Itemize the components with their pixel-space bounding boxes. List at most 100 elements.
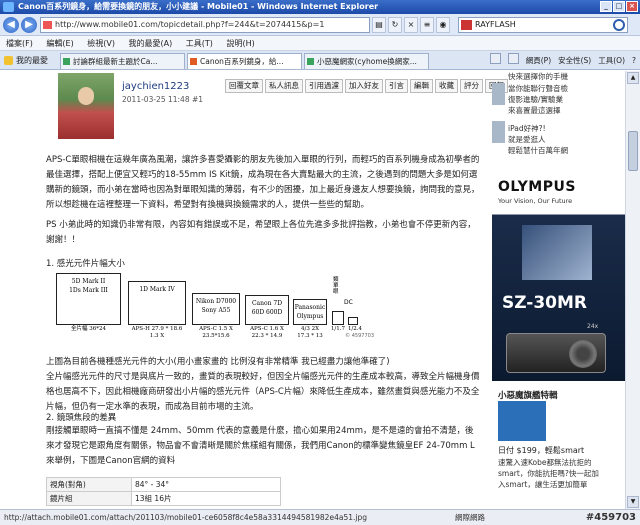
- sidebar-link[interactable]: 輕鬆慧什百萬年網: [508, 145, 568, 156]
- sidebar-link[interactable]: 當你能聯行聲音檢: [508, 83, 568, 94]
- menu-file[interactable]: 檔案(F): [6, 39, 33, 48]
- site-favicon-icon: [43, 21, 52, 29]
- status-watermark: #459703: [585, 512, 636, 523]
- edit-button[interactable]: 編輯: [410, 79, 433, 93]
- quote-filter-button[interactable]: 引用過濾: [305, 79, 343, 93]
- ps-paragraph: PS 小弟此時的知識仍非常有限，內容如有錯誤或不足，希望眼上各位先進多多批評指教…: [46, 220, 476, 245]
- section2-heading: 2. 鏡頭焦段的差異: [46, 413, 117, 423]
- window-title-bar: Canon百系列鏡身，給需要換鏡的朋友，小小建議 - Mobile01 - Wi…: [0, 0, 640, 14]
- bookmark-button[interactable]: 收藏: [435, 79, 458, 93]
- search-text: RAYFLASH: [475, 20, 516, 29]
- sensor-label-line: 1.3 X: [149, 333, 165, 339]
- sensor-label: APS-C 1.6 X 22.3 * 14.9: [245, 326, 289, 340]
- ad-zoom: 24x: [587, 323, 599, 330]
- table-row: 視角(對角) 84° - 34°: [46, 477, 281, 492]
- stop-icon[interactable]: ×: [404, 17, 418, 33]
- print-icon[interactable]: [507, 53, 519, 64]
- sidebar-thumb[interactable]: [492, 121, 505, 143]
- sensor-box-text: Olympus: [296, 313, 324, 320]
- menu-favorites[interactable]: 我的最愛(A): [129, 39, 173, 48]
- status-bar: http://attach.mobile01.com/attach/201103…: [0, 509, 640, 525]
- tab-forum-latest[interactable]: 討論群組最新主題於Ca...: [60, 53, 185, 69]
- pm-button[interactable]: 私人訊息: [265, 79, 303, 93]
- tab-bar: 我的最愛 討論群組最新主題於Ca... Canon百系列鏡身，給... 小惡魔網…: [0, 51, 640, 70]
- minimize-button[interactable]: _: [600, 1, 612, 12]
- price-title[interactable]: 日付 $199，輕鬆smart: [498, 445, 584, 456]
- close-button[interactable]: ×: [626, 1, 638, 12]
- favorites-button[interactable]: 我的最愛: [4, 54, 48, 67]
- sidebar-link[interactable]: 就是愛逛人: [508, 134, 546, 145]
- menu-view[interactable]: 檢視(V): [87, 39, 115, 48]
- sensor-box-text: Sony A55: [201, 307, 231, 314]
- ad-tagline: Your Vision, Our Future: [498, 197, 573, 205]
- smart-thumb[interactable]: [498, 401, 546, 441]
- sensor-vertical-label: 類單眼: [333, 277, 339, 295]
- post-date-text: 2011-03-25 11:48: [122, 95, 190, 104]
- menu-bar: 檔案(F) 編輯(E) 檢視(V) 我的最愛(A) 工具(T) 說明(H): [0, 36, 640, 51]
- help-icon[interactable]: ?: [632, 53, 636, 68]
- camera-image: [506, 333, 606, 373]
- sensor-label-line: APS-C 1.6 X: [250, 326, 284, 332]
- table-cell: 鏡片組: [46, 491, 132, 506]
- add-friend-button[interactable]: 加入好友: [345, 79, 383, 93]
- menu-tools-cmd[interactable]: 工具(O): [598, 53, 625, 68]
- tab-label: 討論群組最新主題於Ca...: [73, 57, 158, 66]
- sensor-box-text: Nikon D7000: [195, 298, 237, 305]
- menu-edit[interactable]: 編輯(E): [46, 39, 73, 48]
- sidebar-link[interactable]: 復影進驗/實驗業: [508, 94, 563, 105]
- sidebar-thumb[interactable]: [492, 83, 505, 105]
- sensor-label-line: APS-C 1.5 X: [199, 326, 233, 332]
- section1-heading: 1. 感光元件片幅大小: [46, 259, 125, 269]
- tab-canon-topic[interactable]: Canon百系列鏡身，給...: [187, 53, 302, 69]
- post-date: 2011-03-25 11:48 #1: [122, 95, 203, 104]
- search-input[interactable]: RAYFLASH: [458, 17, 628, 33]
- sensor-label: APS-C 1.5 X 23.5*15.6: [192, 326, 240, 340]
- search-icon[interactable]: [613, 19, 625, 31]
- olympus-ad-banner[interactable]: OLYMPUS Your Vision, Our Future SZ-30MR …: [492, 173, 625, 381]
- compat-view-icon[interactable]: ▤: [372, 17, 386, 33]
- menu-safety[interactable]: 安全性(S): [558, 53, 591, 68]
- refresh-icon[interactable]: ↻: [388, 17, 402, 33]
- sensor-box-text: 1D Mark IV: [139, 286, 175, 293]
- sensor-label: APS-H 27.9 * 18.6 1.3 X: [128, 326, 186, 340]
- menu-help[interactable]: 說明(H): [226, 39, 254, 48]
- sidebar-link[interactable]: 快來選擇你的手機: [508, 71, 568, 82]
- post-username[interactable]: jaychien1223: [122, 81, 189, 92]
- scroll-up-icon[interactable]: ▲: [627, 72, 639, 84]
- sensor-label-line: 17.3 * 13: [297, 333, 323, 339]
- ad-photo: [522, 225, 592, 280]
- url-text: http://www.mobile01.com/topicdetail.php?…: [55, 20, 325, 29]
- sensor-box-fullframe: 5D Mark II 1Ds Mark III: [56, 273, 121, 325]
- sidebar-link[interactable]: 來喜置最這選擇: [508, 105, 561, 116]
- tab-cyhome[interactable]: 小惡魔網家(cyhome換網家...: [304, 53, 429, 69]
- sensor-label: 4/3 2X 17.3 * 13: [293, 326, 327, 340]
- sidebar-link[interactable]: iPad好神?!: [508, 123, 546, 134]
- back-icon[interactable]: ◀: [3, 17, 19, 33]
- url-input[interactable]: http://www.mobile01.com/topicdetail.php?…: [40, 17, 370, 33]
- menu-tools[interactable]: 工具(T): [186, 39, 213, 48]
- reader-icon[interactable]: ≡: [420, 17, 434, 33]
- security-zone: 網際網路: [455, 513, 485, 522]
- rate-button[interactable]: 評分: [460, 79, 483, 93]
- sensor-box-1-2.4: [348, 317, 358, 325]
- rss-icon[interactable]: ◉: [436, 17, 450, 33]
- home-icon[interactable]: [489, 53, 501, 64]
- sensor-label-line: 全片幅 36*24: [71, 326, 106, 332]
- scroll-down-icon[interactable]: ▼: [627, 496, 639, 508]
- scroll-thumb[interactable]: [628, 131, 638, 171]
- sensor-label: 全片幅 36*24: [56, 326, 121, 333]
- window-controls: _ □ ×: [600, 1, 638, 12]
- vertical-scrollbar[interactable]: ▲ ▼: [625, 71, 640, 509]
- ad-brand: OLYMPUS: [498, 179, 576, 195]
- sidebar-text: smart，你能抗拒嗎?快一起加: [498, 469, 599, 478]
- reply-button[interactable]: 回覆文章: [225, 79, 263, 93]
- sensor-label-line: APS-H 27.9 * 18.6: [131, 326, 183, 332]
- maximize-button[interactable]: □: [613, 1, 625, 12]
- menu-page[interactable]: 網頁(P): [526, 53, 551, 68]
- sensor-paragraph: 上圖為目前各機種感光元件的大小(用小畫家畫的 比例沒有非常精準 我已經盡力讓他準…: [46, 357, 480, 412]
- tab-label: 小惡魔網家(cyhome換網家...: [317, 57, 417, 66]
- avatar[interactable]: [58, 73, 114, 139]
- forward-icon[interactable]: ▶: [21, 17, 37, 33]
- quote-button[interactable]: 引言: [385, 79, 408, 93]
- ad-model: SZ-30MR: [502, 293, 587, 313]
